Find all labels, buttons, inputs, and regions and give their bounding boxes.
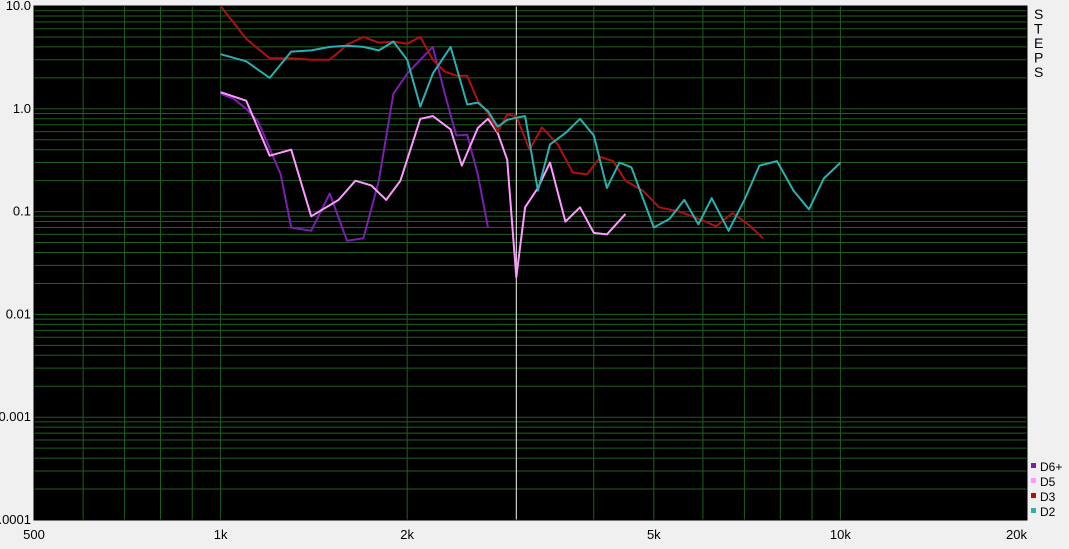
chart-root: 500 1k 2k 5k 10k 20k 10.0 1.0 0.1 0.01 0.001 0.0001… [0,0,1069,544]
side-label-letter: S [1034,64,1043,80]
legend-swatch [1031,493,1036,498]
legend-swatch [1031,508,1036,513]
legend-label: D5 [1040,475,1056,489]
y-tick-label: 0.01 [6,306,31,321]
x-tick-label: 500 [23,527,45,542]
y-tick-label: 1.0 [13,101,31,116]
legend-swatch [1031,478,1036,483]
x-tick-label: 1k [214,527,228,542]
plot-background [34,6,1027,520]
legend-swatch [1031,463,1036,468]
chart-svg: 500 1k 2k 5k 10k 20k 10.0 1.0 0.1 0.01 0.001 0.0001… [0,0,1062,542]
legend-label: D2 [1040,505,1056,519]
side-label-layer: STEPS [1034,6,1043,80]
x-tick-label: 5k [647,527,661,542]
y-tick-label: 0.1 [13,204,31,219]
x-tick-label: 2k [400,527,414,542]
legend-label: D3 [1040,490,1056,504]
x-tick-label: 20k [1006,527,1027,542]
y-tick-label: 0.0001 [0,512,31,527]
y-tick-label: 10.0 [6,0,31,13]
y-tick-label: 0.001 [0,409,31,424]
legend-label: D6+ [1040,460,1062,474]
legend: D6+D5D3D2 [1031,460,1062,519]
x-tick-label: 10k [830,527,851,542]
